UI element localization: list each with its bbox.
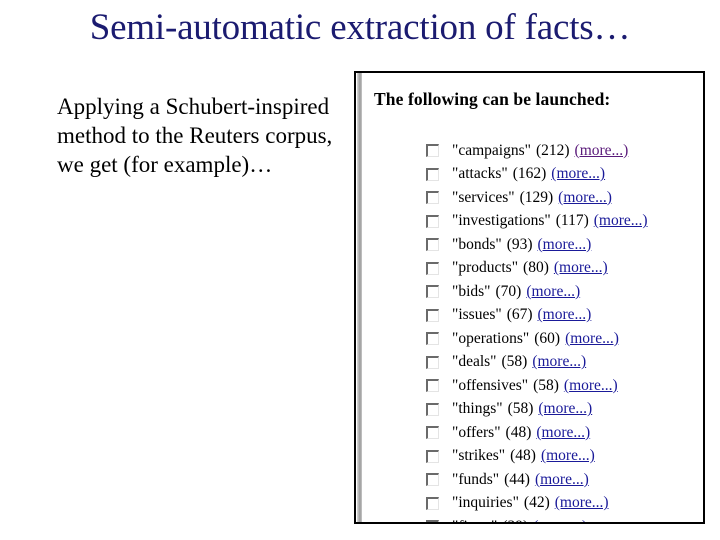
term-label: "things" xyxy=(452,400,503,418)
more-link[interactable]: (more...) xyxy=(541,447,595,465)
list-item: "inquiries" (42) (more...) xyxy=(426,492,648,516)
term-checkbox[interactable] xyxy=(426,308,439,322)
list-item: "firms" (39) (more...) xyxy=(426,515,648,522)
term-label: "bonds" xyxy=(452,235,502,253)
list-item: "offensives" (58) (more...) xyxy=(426,374,648,398)
slide-title: Semi-automatic extraction of facts… xyxy=(89,7,631,48)
list-item: "issues" (67) (more...) xyxy=(426,304,648,328)
term-checkbox[interactable] xyxy=(426,355,439,369)
term-checkbox[interactable] xyxy=(426,167,439,181)
list-item: "bids" (70) (more...) xyxy=(426,280,648,304)
more-link[interactable]: (more...) xyxy=(558,189,612,207)
term-checkbox[interactable] xyxy=(426,379,439,393)
term-list: "campaigns" (212) (more...) "attacks" (162)(… xyxy=(426,139,648,522)
more-link[interactable]: (more...) xyxy=(532,353,586,371)
list-item: "deals" (58) (more...) xyxy=(426,351,648,375)
more-link[interactable]: (more...) xyxy=(538,306,592,324)
list-item: "strikes" (48) (more...) xyxy=(426,445,648,469)
term-label: "operations" xyxy=(452,329,530,347)
term-checkbox[interactable] xyxy=(426,449,439,463)
more-link[interactable]: (more...) xyxy=(565,330,619,348)
term-label: "attacks" xyxy=(452,165,508,183)
term-label: "products" xyxy=(452,259,519,277)
term-count: (212) xyxy=(535,141,570,159)
term-count: (48) xyxy=(510,447,536,465)
more-link[interactable]: (more...) xyxy=(555,494,609,512)
term-label: "services" xyxy=(452,188,515,206)
more-link[interactable]: (more...) xyxy=(536,424,590,442)
term-checkbox[interactable] xyxy=(426,426,439,440)
term-count: (58) xyxy=(501,353,528,371)
term-count: (39) xyxy=(502,518,528,522)
term-label: "issues" xyxy=(452,306,502,324)
more-link[interactable]: (more...) xyxy=(535,471,589,489)
term-label: "bids" xyxy=(452,282,491,300)
term-checkbox[interactable] xyxy=(426,214,439,228)
term-label: "offensives" xyxy=(452,376,529,394)
term-label: "firms" xyxy=(452,518,497,522)
term-checkbox[interactable] xyxy=(426,261,439,275)
term-count: (117) xyxy=(555,212,589,230)
panel-heading: The following can be launched: xyxy=(374,89,611,109)
launch-panel: The following can be launched: "campaign… xyxy=(354,71,705,524)
term-count: (60) xyxy=(534,329,561,347)
term-checkbox[interactable] xyxy=(426,402,439,416)
more-link[interactable]: (more...) xyxy=(526,283,580,301)
term-count: (129) xyxy=(519,188,554,206)
more-link[interactable]: (more...) xyxy=(551,165,605,183)
list-item: "attacks" (162) (more...) xyxy=(426,163,648,187)
list-item: "products" (80) (more...) xyxy=(426,257,648,281)
term-count: (70) xyxy=(495,282,522,300)
term-checkbox[interactable] xyxy=(426,238,439,252)
more-link[interactable]: (more...) xyxy=(554,259,608,277)
more-link[interactable]: (more...) xyxy=(594,212,648,230)
term-checkbox[interactable] xyxy=(426,332,439,346)
slide-body-text: Applying a Schubert-inspired method to t… xyxy=(57,94,333,177)
list-item: "campaigns" (212) (more...) xyxy=(426,139,648,163)
panel-frame-strip xyxy=(357,73,362,522)
more-link[interactable]: (more...) xyxy=(575,142,629,160)
list-item: "funds" (44) (more...) xyxy=(426,468,648,492)
term-label: "funds" xyxy=(452,470,500,488)
term-count: (80) xyxy=(523,259,549,277)
more-link[interactable]: (more...) xyxy=(533,518,587,522)
term-count: (162) xyxy=(512,165,547,183)
term-count: (67) xyxy=(506,306,533,324)
term-count: (58) xyxy=(507,400,534,418)
list-item: "things" (58) (more...) xyxy=(426,398,648,422)
list-item: "services" (129) (more...) xyxy=(426,186,648,210)
term-count: (93) xyxy=(506,235,533,253)
list-item: "investigations" (117) (more...) xyxy=(426,210,648,234)
more-link[interactable]: (more...) xyxy=(538,400,592,418)
list-item: "bonds" (93) (more...) xyxy=(426,233,648,257)
term-count: (48) xyxy=(505,423,532,441)
term-count: (42) xyxy=(523,494,550,512)
term-checkbox[interactable] xyxy=(426,285,439,299)
term-label: "offers" xyxy=(452,423,501,441)
list-item: "operations" (60) (more...) xyxy=(426,327,648,351)
term-label: "inquiries" xyxy=(452,494,519,512)
term-checkbox[interactable] xyxy=(426,473,439,487)
term-checkbox[interactable] xyxy=(426,191,439,205)
more-link[interactable]: (more...) xyxy=(538,236,592,254)
term-checkbox[interactable] xyxy=(426,520,439,522)
term-count: (44) xyxy=(504,470,530,488)
list-item: "offers" (48) (more...) xyxy=(426,421,648,445)
term-label: "campaigns" xyxy=(452,141,531,159)
term-label: "strikes" xyxy=(452,447,506,465)
term-count: (58) xyxy=(533,376,559,394)
term-checkbox[interactable] xyxy=(426,144,439,158)
term-label: "deals" xyxy=(452,353,497,371)
term-checkbox[interactable] xyxy=(426,496,439,510)
more-link[interactable]: (more...) xyxy=(564,377,618,395)
term-label: "investigations" xyxy=(452,212,551,230)
